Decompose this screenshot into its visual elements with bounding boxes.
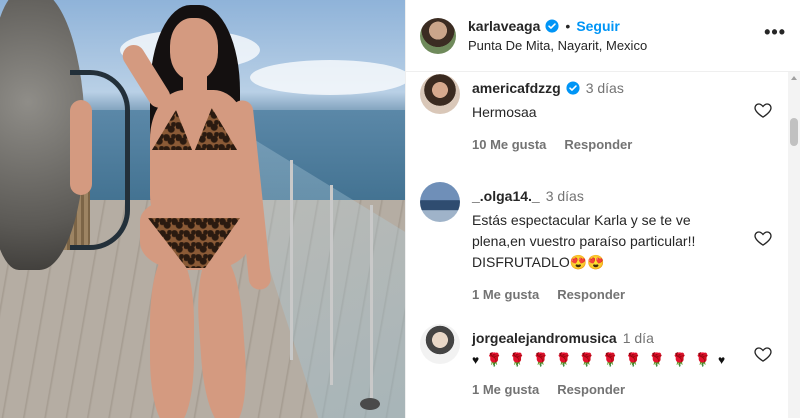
commenter-avatar[interactable] <box>420 182 460 222</box>
follow-button[interactable]: Seguir <box>576 18 620 34</box>
rose-icon: 🌹 <box>509 352 526 367</box>
comment-like-count[interactable]: 10 Me gusta <box>472 137 546 152</box>
verified-badge-icon <box>566 81 580 95</box>
commenter-avatar[interactable] <box>420 324 460 364</box>
comment-time[interactable]: 3 días <box>586 80 624 96</box>
rose-icon: 🌹 <box>671 352 688 367</box>
reply-button[interactable]: Responder <box>557 287 625 302</box>
post-header: karlaveaga • Seguir Punta De Mita, Nayar… <box>406 0 800 72</box>
rose-icon: 🌹 <box>532 352 549 367</box>
comment-like-count[interactable]: 1 Me gusta <box>472 382 539 397</box>
author-username[interactable]: karlaveaga <box>468 18 540 34</box>
railing-post <box>370 205 373 405</box>
separator-dot: • <box>565 18 571 34</box>
face <box>170 18 218 80</box>
commenter-avatar[interactable] <box>420 74 460 114</box>
rose-icon: 🌹 <box>602 352 619 367</box>
cloud <box>250 60 405 95</box>
list-item: americafdzzg 3 días Hermosaa 10 Me gusta… <box>406 74 789 152</box>
reply-button[interactable]: Responder <box>557 382 625 397</box>
verified-badge-icon <box>545 19 559 33</box>
rose-icon: 🌹 <box>555 352 572 367</box>
comment-text: Estás espectacular Karla y se te ve plen… <box>472 212 696 270</box>
rose-icon: 🌹 <box>694 352 711 367</box>
post-photo[interactable] <box>0 0 405 418</box>
reply-button[interactable]: Responder <box>564 137 632 152</box>
deck-drain <box>360 398 380 410</box>
rose-icon: 🌹 <box>578 352 596 367</box>
comment-time[interactable]: 3 días <box>546 188 584 204</box>
rose-icon: 🌹 <box>625 352 642 367</box>
comment-list: americafdzzg 3 días Hermosaa 10 Me gusta… <box>406 72 789 418</box>
scroll-up-arrow-icon[interactable] <box>791 76 797 80</box>
comment-text: Hermosaa <box>472 104 537 120</box>
list-item: _.olga14._ 3 días Estás espectacular Kar… <box>406 182 789 302</box>
comments-panel: karlaveaga • Seguir Punta De Mita, Nayar… <box>405 0 800 418</box>
scrollbar-thumb[interactable] <box>790 118 798 146</box>
comment-text: ♥ 🌹 🌹 🌹 🌹 🌹 🌹 🌹 🌹 🌹 🌹 ♥ <box>472 352 742 368</box>
comment-username[interactable]: americafdzzg <box>472 80 561 96</box>
comment-time[interactable]: 1 día <box>623 330 654 346</box>
left-leg <box>150 255 194 418</box>
list-item: jorgealejandromusica 1 día ♥ 🌹 🌹 🌹 🌹 🌹 🌹… <box>406 324 789 397</box>
post-location[interactable]: Punta De Mita, Nayarit, Mexico <box>468 38 647 53</box>
author-avatar[interactable] <box>420 17 456 54</box>
black-heart-icon: ♥ <box>472 353 480 367</box>
black-heart-icon: ♥ <box>718 353 726 367</box>
comment-like-count[interactable]: 1 Me gusta <box>472 287 539 302</box>
rose-icon: 🌹 <box>648 352 665 367</box>
heart-icon[interactable] <box>753 228 773 248</box>
heart-icon[interactable] <box>753 344 773 364</box>
railing-post <box>290 160 293 360</box>
railing-post <box>330 185 333 385</box>
left-arm <box>70 100 92 195</box>
comment-username[interactable]: _.olga14._ <box>472 188 540 204</box>
heart-icon[interactable] <box>753 100 773 120</box>
comment-username[interactable]: jorgealejandromusica <box>472 330 617 346</box>
more-options-icon[interactable]: ••• <box>764 22 786 43</box>
rose-icon: 🌹 <box>486 352 503 367</box>
